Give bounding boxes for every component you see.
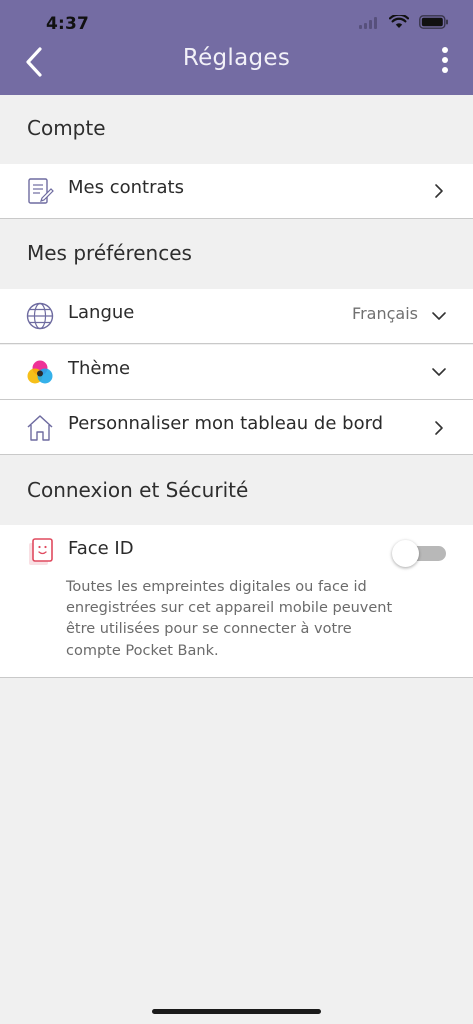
chevron-down-icon	[431, 364, 447, 380]
row-label: Face ID	[68, 538, 134, 559]
more-options-button[interactable]	[435, 46, 455, 78]
color-palette-icon	[25, 358, 55, 388]
cellular-signal-icon	[359, 14, 379, 33]
toggle-knob	[392, 540, 419, 567]
language-value: Français	[352, 304, 418, 323]
globe-icon	[25, 301, 55, 331]
section-title-security: Connexion et Sécurité	[27, 478, 249, 502]
row-language[interactable]: Langue Français	[0, 289, 473, 344]
section-title-preferences: Mes préférences	[27, 241, 192, 265]
home-indicator	[152, 1009, 321, 1014]
chevron-right-icon	[431, 183, 447, 199]
page-title: Réglages	[182, 45, 291, 71]
row-label: Langue	[68, 302, 135, 323]
document-icon	[25, 176, 55, 206]
status-time: 4:37	[46, 14, 90, 34]
row-theme[interactable]: Thème	[0, 345, 473, 400]
face-id-icon	[27, 537, 57, 567]
face-id-description: Toutes les empreintes digitales ou face …	[66, 579, 393, 659]
row-label: Thème	[68, 358, 131, 379]
row-face-id: Face ID Toutes les empreintes digitales …	[0, 525, 473, 678]
chevron-right-icon	[431, 420, 447, 436]
wifi-icon	[388, 13, 410, 33]
status-icons	[359, 13, 449, 33]
row-label: Mes contrats	[68, 177, 184, 198]
chevron-down-icon	[431, 308, 447, 324]
home-icon	[25, 413, 55, 443]
battery-icon	[419, 14, 449, 33]
section-title-account: Compte	[27, 116, 106, 140]
row-customize-dashboard[interactable]: Personnaliser mon tableau de bord	[0, 400, 473, 455]
top-bar: 4:37 Réglages	[0, 0, 473, 95]
row-my-contracts[interactable]: Mes contrats	[0, 164, 473, 219]
row-label: Personnaliser mon tableau de bord	[68, 413, 384, 434]
kebab-menu-icon	[441, 46, 449, 78]
face-id-toggle[interactable]	[392, 540, 446, 567]
